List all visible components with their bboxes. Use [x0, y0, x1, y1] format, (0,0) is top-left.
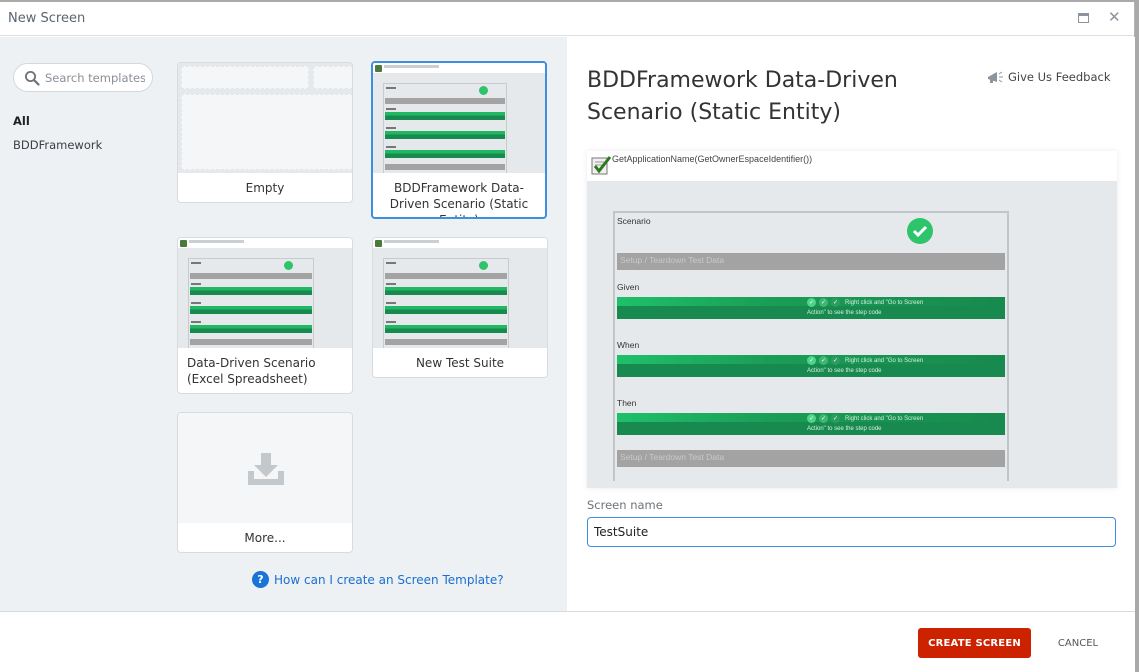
category-all[interactable]: All	[13, 114, 30, 128]
template-card-new-test-suite[interactable]: New Test Suite	[372, 237, 548, 378]
search-box[interactable]	[13, 63, 153, 92]
template-thumbnail	[178, 63, 352, 173]
template-label: More...	[244, 531, 286, 545]
title-bar: New Screen ✕	[0, 2, 1134, 36]
setup-bar: Setup / Teardown Test Data	[617, 253, 1005, 270]
template-card-more[interactable]: More...	[177, 412, 353, 553]
template-card-excel-spreadsheet[interactable]: Data-Driven Scenario (Excel Spreadsheet)	[177, 237, 353, 394]
template-thumbnail	[178, 238, 352, 348]
feedback-label: Give Us Feedback	[1008, 70, 1111, 84]
success-check-icon	[907, 218, 933, 244]
feedback-button[interactable]: Give Us Feedback	[987, 70, 1110, 84]
help-link[interactable]: ? How can I create an Screen Template?	[252, 571, 504, 588]
template-label: BDDFramework Data-Driven Scenario (Stati…	[389, 181, 529, 217]
template-details: BDDFramework Data-Driven Scenario (Stati…	[567, 37, 1135, 611]
screen-name-label: Screen name	[587, 498, 663, 512]
dialog-footer: CREATE SCREEN CANCEL	[0, 611, 1135, 672]
template-thumbnail	[178, 413, 352, 523]
template-label: Empty	[245, 181, 285, 195]
preview-scenario-frame: Scenario Setup / Teardown Test Data Give…	[613, 211, 1009, 481]
when-step-bar: ✓ ✓ ✓ Right click and "Go to Screen Action"…	[617, 355, 1005, 377]
template-thumbnail	[373, 63, 545, 173]
preview-header: GetApplicationName(GetOwnerEspaceIdentif…	[587, 151, 1117, 181]
template-preview: GetApplicationName(GetOwnerEspaceIdentif…	[587, 151, 1117, 488]
category-bddframework[interactable]: BDDFramework	[13, 138, 102, 152]
section-given: Given	[617, 282, 640, 292]
section-when: When	[617, 340, 640, 350]
then-step-bar: ✓ ✓ ✓ Right click and "Go to Screen Action"…	[617, 413, 1005, 435]
help-link-text[interactable]: How can I create an Screen Template?	[274, 573, 504, 587]
template-card-empty[interactable]: Empty	[177, 62, 353, 203]
cancel-button[interactable]: CANCEL	[1045, 628, 1111, 658]
preview-header-text: GetApplicationName(GetOwnerEspaceIdentif…	[612, 154, 813, 164]
template-browser: All BDDFramework Empty	[0, 37, 567, 611]
maximize-icon[interactable]	[1078, 13, 1089, 23]
megaphone-icon	[988, 71, 1003, 83]
given-step-bar: ✓ ✓ ✓ Right click and "Go to Screen Action"…	[617, 297, 1005, 319]
template-thumbnail	[373, 238, 547, 348]
dialog-title: New Screen	[8, 11, 86, 26]
create-screen-button[interactable]: CREATE SCREEN	[918, 628, 1031, 658]
template-label: New Test Suite	[415, 356, 505, 370]
template-title: BDDFramework Data-Driven Scenario (Stati…	[587, 68, 898, 125]
section-then: Then	[617, 398, 637, 408]
search-icon	[25, 70, 40, 86]
app-checklist-icon	[591, 156, 612, 175]
new-screen-dialog: New Screen ✕ All BDDFramework Empty	[0, 2, 1135, 672]
section-scenario: Scenario	[617, 216, 651, 226]
search-input[interactable]	[45, 70, 145, 85]
close-icon[interactable]: ✕	[1108, 10, 1121, 25]
template-card-bdd-static-entity[interactable]: BDDFramework Data-Driven Scenario (Stati…	[371, 61, 547, 219]
download-icon	[248, 453, 284, 485]
help-icon: ?	[252, 571, 269, 588]
template-label: Data-Driven Scenario (Excel Spreadsheet)	[187, 356, 316, 386]
teardown-bar: Setup / Teardown Test Data	[617, 450, 1005, 467]
screen-name-input[interactable]	[587, 517, 1116, 547]
